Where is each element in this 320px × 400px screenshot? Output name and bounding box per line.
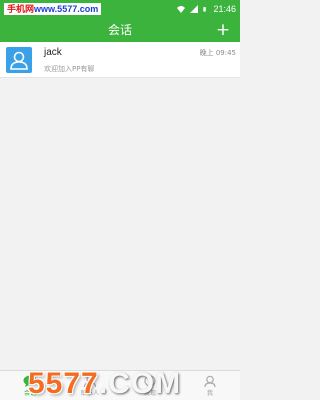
battery-icon: [203, 7, 207, 12]
avatar[interactable]: [6, 47, 32, 73]
conversation-item[interactable]: jack 晚上 09:45 欢迎加入PP有聊: [0, 42, 240, 78]
watermark-logo-suffix: .COM: [98, 367, 182, 400]
status-indicators: 21:46: [177, 2, 236, 16]
watermark-logo: 5577.COM: [28, 364, 181, 400]
tab-profile[interactable]: 我: [180, 371, 240, 400]
app-header: 会话 +: [0, 18, 240, 42]
conversation-list: jack 晚上 09:45 欢迎加入PP有聊: [0, 42, 240, 78]
watermark-prefix: 手机网: [7, 4, 35, 14]
signal-icon: [190, 5, 199, 13]
wifi-icon: [177, 6, 186, 13]
conversation-time: 晚上 09:45: [199, 49, 236, 57]
watermark-logo-main: 5577: [28, 367, 99, 400]
add-button[interactable]: +: [214, 21, 232, 39]
profile-icon: [204, 375, 216, 387]
user-avatar-icon: [10, 51, 28, 70]
page-title: 会话: [107, 23, 132, 37]
conversation-preview: 欢迎加入PP有聊: [44, 65, 95, 73]
conversation-name: jack: [44, 47, 62, 58]
watermark-site-label: 手机网www.5577.com: [4, 3, 102, 15]
status-time: 21:46: [213, 4, 236, 14]
watermark-url: www.5577.com: [34, 4, 99, 14]
status-bar: 手机网www.5577.com 21:46: [0, 0, 240, 18]
tab-profile-label: 我: [206, 390, 213, 397]
